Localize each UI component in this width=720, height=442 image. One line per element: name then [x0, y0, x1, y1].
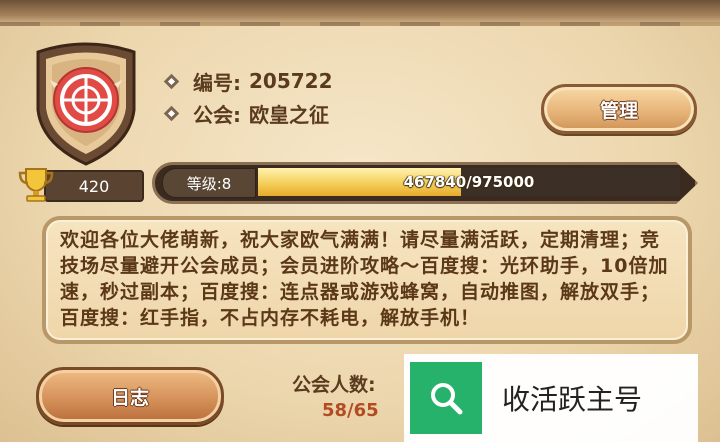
top-decorative-strip — [0, 0, 720, 26]
exp-progress-bar: 467840/975000 — [258, 168, 680, 196]
guild-notice-text: 欢迎各位大佬萌新，祝大家欧气满满！请尽量满活跃，定期清理；竞技场尽量避开公会成员… — [60, 229, 669, 329]
guild-id-value: 205722 — [249, 69, 333, 93]
trophy-icon — [18, 168, 54, 202]
exp-text: 467840/975000 — [403, 173, 535, 191]
level-label: 等级:8 — [162, 168, 256, 198]
trophy-points: 420 — [44, 170, 144, 202]
guild-name-label: 公会: — [193, 102, 241, 127]
watermark-banner: 收活跃主号 — [404, 354, 698, 442]
manage-button[interactable]: 管理 — [541, 84, 697, 134]
watermark-text: 收活跃主号 — [502, 383, 643, 416]
member-count-label: 公会人数: — [292, 374, 376, 396]
guild-emblem-icon — [36, 42, 136, 166]
log-button[interactable]: 日志 — [36, 367, 224, 425]
guild-id-row: 编号: 205722 — [162, 66, 333, 96]
guild-name-row: 公会: 欧皇之征 — [162, 98, 329, 128]
member-count-value: 58/65 — [322, 400, 379, 421]
guild-id-label: 编号: — [193, 70, 241, 95]
guild-name-value: 欧皇之征 — [249, 102, 329, 127]
bullet-diamond-icon — [163, 73, 180, 89]
search-icon — [410, 362, 482, 434]
bullet-diamond-icon — [163, 105, 180, 121]
